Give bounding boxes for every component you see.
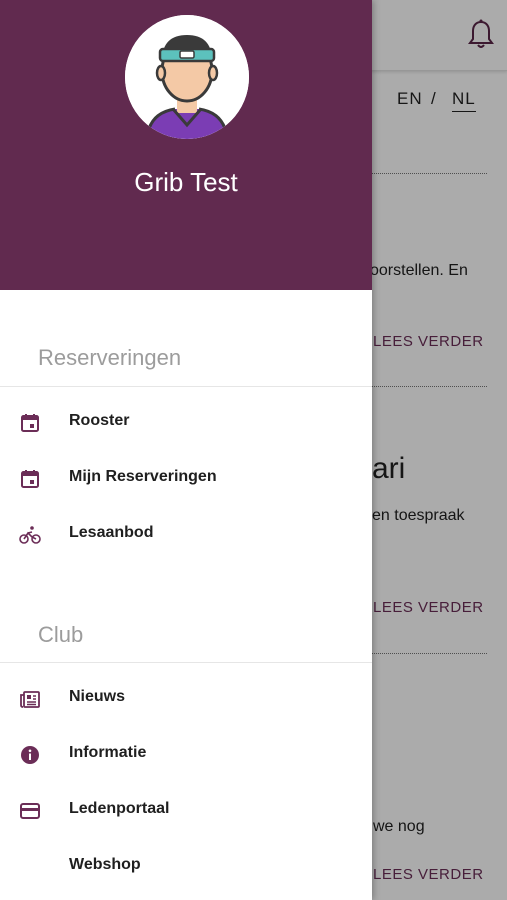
menu-item-label: Lesaanbod [69, 524, 154, 541]
menu-item-ledenportaal[interactable]: Ledenportaal [0, 785, 372, 837]
menu-item-label: Rooster [69, 412, 130, 429]
drawer-header: Grib Test [0, 0, 372, 290]
menu-item-label: Webshop [69, 856, 141, 873]
section-divider [0, 386, 372, 387]
menu-item-label: Mijn Reserveringen [69, 468, 217, 485]
menu-item-lesaanbod[interactable]: Lesaanbod [0, 509, 372, 561]
calendar-icon [21, 414, 39, 432]
credit-card-icon [20, 803, 40, 819]
navigation-drawer: Grib Test Reserveringen Rooster Mijn Res… [0, 0, 372, 900]
section-title-club: Club [38, 622, 84, 647]
user-avatar-icon [125, 15, 249, 139]
bicycle-icon [19, 526, 41, 544]
menu-item-label: Ledenportaal [69, 800, 170, 817]
menu-item-webshop[interactable]: Webshop [0, 841, 372, 893]
info-icon [21, 746, 39, 764]
menu-item-mijn-reserveringen[interactable]: Mijn Reserveringen [0, 453, 372, 505]
user-name: Grib Test [134, 167, 238, 197]
menu-item-informatie[interactable]: Informatie [0, 729, 372, 781]
section-title-reserveringen: Reserveringen [38, 345, 182, 370]
section-divider [0, 662, 372, 663]
newspaper-icon [20, 691, 40, 708]
calendar-icon [21, 470, 39, 488]
menu-item-rooster[interactable]: Rooster [0, 397, 372, 449]
avatar[interactable] [125, 15, 249, 139]
menu-item-label: Informatie [69, 744, 147, 761]
menu-item-label: Nieuws [69, 688, 126, 705]
menu-item-nieuws[interactable]: Nieuws [0, 673, 372, 725]
